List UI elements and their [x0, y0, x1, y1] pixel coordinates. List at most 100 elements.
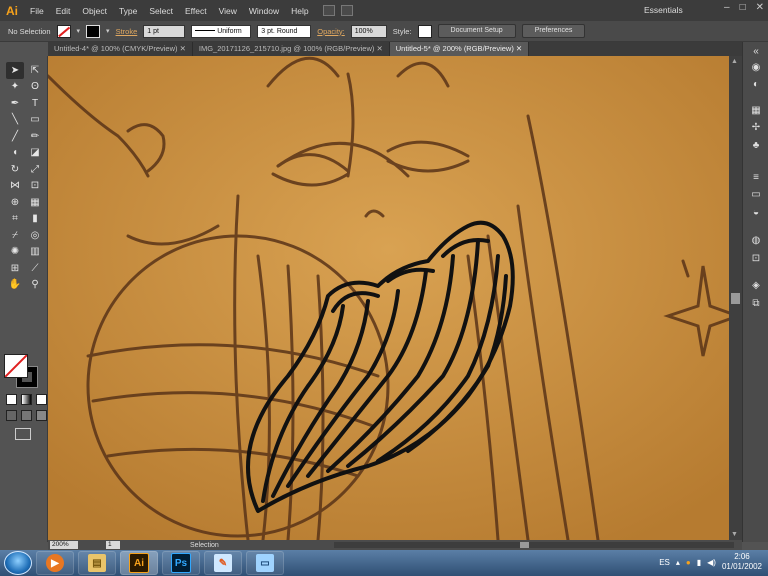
taskbar-media-player[interactable]: ▶: [36, 551, 74, 575]
fill-stroke-widget[interactable]: [4, 354, 42, 390]
slice-tool-icon[interactable]: ⟋: [26, 260, 44, 277]
variable-width-profile[interactable]: Uniform: [191, 24, 252, 38]
vertical-scrollbar[interactable]: ▲ ▼: [729, 56, 742, 540]
opacity-link[interactable]: Opacity:: [317, 27, 345, 36]
horizontal-scrollbar[interactable]: [334, 542, 734, 548]
zoom-level-field[interactable]: 200%: [50, 541, 78, 549]
lasso-tool-icon[interactable]: ʘ: [26, 79, 44, 96]
layers-panel-icon[interactable]: ◈: [750, 280, 762, 291]
type-tool-icon[interactable]: T: [26, 95, 44, 112]
color-mode-icon[interactable]: [6, 394, 17, 405]
taskbar-paint[interactable]: ✎: [204, 551, 242, 575]
taskbar-window[interactable]: ▭: [246, 551, 284, 575]
stroke-link[interactable]: Stroke: [116, 27, 138, 36]
artboard-canvas[interactable]: [48, 56, 729, 540]
taskbar-explorer[interactable]: ▤: [78, 551, 116, 575]
draw-behind-icon[interactable]: [21, 410, 32, 421]
blob-brush-tool-icon[interactable]: ◖: [6, 145, 24, 162]
brushes-panel-icon[interactable]: ✢: [750, 122, 762, 133]
tab-img-jpg[interactable]: IMG_20171126_215710.jpg @ 100% (RGB/Prev…: [193, 42, 390, 56]
fill-dropdown-icon[interactable]: ▾: [77, 27, 81, 35]
language-indicator[interactable]: ES: [659, 558, 670, 567]
color-panel-icon[interactable]: ◐: [750, 79, 762, 90]
blend-tool-icon[interactable]: ◎: [26, 227, 44, 244]
shape-builder-tool-icon[interactable]: ⊕: [6, 194, 24, 211]
current-tool-status[interactable]: Selection: [190, 542, 219, 549]
taskbar-illustrator[interactable]: Ai: [120, 551, 158, 575]
line-tool-icon[interactable]: ╲: [6, 112, 24, 129]
maximize-icon[interactable]: □: [740, 2, 746, 13]
column-graph-tool-icon[interactable]: ▥: [26, 244, 44, 261]
workspace-switcher[interactable]: Essentials: [644, 5, 683, 15]
stroke-panel-icon[interactable]: ≡: [750, 172, 762, 183]
menu-edit[interactable]: Edit: [50, 6, 77, 16]
bridge-icon[interactable]: [322, 5, 335, 16]
mesh-tool-icon[interactable]: ⌗: [6, 211, 24, 228]
width-tool-icon[interactable]: ⋈: [6, 178, 24, 195]
menu-effect[interactable]: Effect: [179, 6, 213, 16]
draw-normal-icon[interactable]: [6, 410, 17, 421]
perspective-grid-tool-icon[interactable]: ▦: [26, 194, 44, 211]
transparency-panel-icon[interactable]: ◒: [750, 207, 762, 218]
artboards-panel-icon[interactable]: ⧉: [750, 298, 762, 309]
graphic-styles-panel-icon[interactable]: ◍: [750, 235, 762, 246]
fill-color-box[interactable]: [4, 354, 28, 378]
tab-untitled-5[interactable]: Untitled-5* @ 200% (RGB/Preview) ✕: [389, 42, 530, 56]
stroke-weight-field[interactable]: 1 pt: [143, 24, 186, 38]
transform-panel-icon[interactable]: ⊡: [750, 253, 762, 264]
none-mode-icon[interactable]: [36, 394, 47, 405]
selection-tool-icon[interactable]: ➤: [6, 62, 24, 79]
scroll-up-icon[interactable]: ▲: [731, 58, 738, 65]
opacity-field[interactable]: 100%: [350, 24, 387, 38]
preferences-button[interactable]: Preferences: [521, 24, 586, 38]
scale-tool-icon[interactable]: ⤢: [26, 161, 44, 178]
screen-mode-icon[interactable]: [15, 428, 31, 440]
tray-expand-icon[interactable]: ▴: [676, 558, 680, 567]
fill-swatch[interactable]: [56, 24, 71, 38]
stroke-swatch[interactable]: [86, 24, 101, 38]
zoom-tool-icon[interactable]: ⚲: [26, 277, 44, 294]
menu-type[interactable]: Type: [113, 6, 143, 16]
stroke-dropdown-icon[interactable]: ▾: [106, 27, 110, 35]
tray-app-icon[interactable]: ●: [686, 558, 691, 567]
pencil-tool-icon[interactable]: ✏: [26, 128, 44, 145]
scroll-down-icon[interactable]: ▼: [731, 531, 738, 538]
rectangle-tool-icon[interactable]: ▭: [26, 112, 44, 129]
artboard-number-field[interactable]: 1: [106, 541, 120, 549]
swatches-panel-icon[interactable]: ▦: [750, 105, 762, 116]
close-icon[interactable]: ✕: [756, 2, 764, 13]
draw-inside-icon[interactable]: [36, 410, 47, 421]
artboard-tool-icon[interactable]: ⊞: [6, 260, 24, 277]
hand-tool-icon[interactable]: ✋: [6, 277, 24, 294]
pen-tool-icon[interactable]: ✒: [6, 95, 24, 112]
horizontal-scroll-thumb[interactable]: [520, 542, 529, 548]
menu-object[interactable]: Object: [76, 6, 113, 16]
paintbrush-tool-icon[interactable]: ╱: [6, 128, 24, 145]
document-setup-button[interactable]: Document Setup: [437, 24, 516, 38]
magic-wand-tool-icon[interactable]: ✦: [6, 79, 24, 96]
arrange-documents-icon[interactable]: [340, 5, 353, 16]
tab-untitled-4[interactable]: Untitled-4* @ 100% (CMYK/Preview) ✕: [48, 42, 193, 56]
symbols-panel-icon[interactable]: ♣: [750, 140, 762, 151]
rotate-tool-icon[interactable]: ↻: [6, 161, 24, 178]
appearance-panel-icon[interactable]: ◉: [750, 62, 762, 73]
start-button[interactable]: [4, 551, 32, 575]
gradient-mode-icon[interactable]: [21, 394, 32, 405]
minimize-icon[interactable]: –: [724, 2, 730, 13]
vertical-scroll-thumb[interactable]: [731, 293, 740, 304]
clock[interactable]: 2:06 01/01/2002: [722, 552, 762, 572]
eraser-tool-icon[interactable]: ◪: [26, 145, 44, 162]
eyedropper-tool-icon[interactable]: ⌿: [6, 227, 24, 244]
menu-window[interactable]: Window: [243, 6, 285, 16]
menu-select[interactable]: Select: [143, 6, 179, 16]
collapse-panels-icon[interactable]: «: [750, 46, 762, 57]
brush-definition[interactable]: 3 pt. Round: [257, 24, 312, 38]
menu-help[interactable]: Help: [285, 6, 314, 16]
symbol-sprayer-tool-icon[interactable]: ✺: [6, 244, 24, 261]
menu-file[interactable]: File: [24, 6, 50, 16]
taskbar-photoshop[interactable]: Ps: [162, 551, 200, 575]
gradient-tool-icon[interactable]: ▮: [26, 211, 44, 228]
direct-selection-tool-icon[interactable]: ⇱: [26, 62, 44, 79]
graphic-style-swatch[interactable]: [417, 24, 432, 38]
volume-icon[interactable]: ◀): [707, 558, 716, 567]
